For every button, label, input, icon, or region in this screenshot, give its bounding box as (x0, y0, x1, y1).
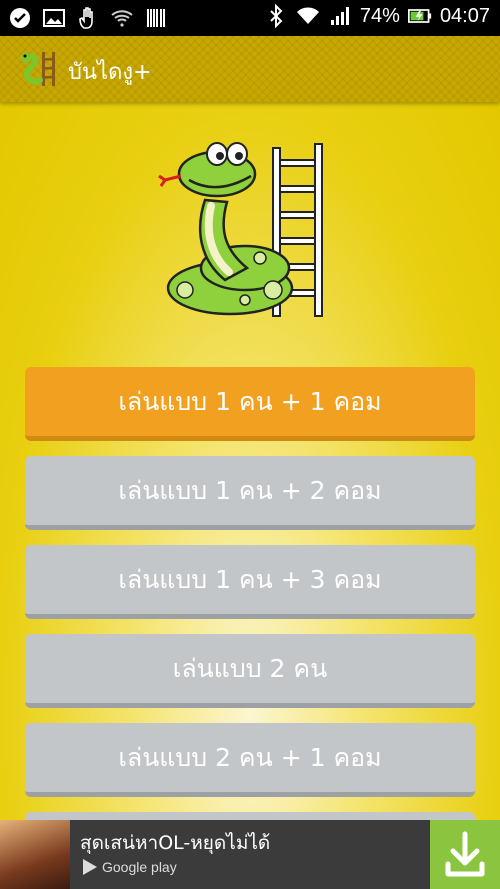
next-menu-button-partial[interactable] (25, 812, 475, 820)
play-1p-3cpu-button[interactable]: เล่นแบบ 1 คน + 3 คอม (25, 545, 475, 619)
google-play-badge[interactable]: Google play (82, 858, 177, 876)
snake-ladder-app-icon[interactable] (16, 48, 58, 90)
play-1p-2cpu-button[interactable]: เล่นแบบ 1 คน + 2 คอม (25, 456, 475, 530)
battery-percent: 74% (359, 4, 400, 27)
bluetooth-icon (270, 4, 283, 28)
battery-charging-icon (407, 9, 432, 23)
ad-banner[interactable]: สุดเสน่หาOL-หยุดไม่ได้ Google play (0, 820, 500, 889)
main-menu: เล่นแบบ 1 คน + 1 คอม เล่นแบบ 1 คน + 2 คอ… (0, 102, 500, 820)
clock: 04:07 (439, 4, 490, 27)
play-2p-1cpu-button[interactable]: เล่นแบบ 2 คน + 1 คอม (25, 723, 475, 797)
ad-store-label: Google play (102, 859, 177, 875)
google-play-icon (83, 859, 97, 875)
cell-signal-icon (330, 7, 349, 25)
play-2p-button[interactable]: เล่นแบบ 2 คน (25, 634, 475, 708)
status-bar: 74% 04:07 (0, 0, 500, 36)
image-icon (43, 9, 65, 27)
snake-ladder-logo (158, 142, 323, 317)
ad-title[interactable]: สุดเสน่หาOL-หยุดไม่ได้ (80, 828, 270, 858)
hand-icon (79, 7, 93, 29)
app-title: บันไดงู+ (68, 60, 152, 85)
wifi-icon (111, 10, 133, 27)
download-icon (445, 831, 485, 877)
ad-thumbnail[interactable] (0, 820, 70, 889)
barcode-icon (147, 9, 165, 27)
play-1p-1cpu-button[interactable]: เล่นแบบ 1 คน + 1 คอม (25, 367, 475, 441)
ad-download-button[interactable] (430, 820, 500, 889)
action-bar: บันไดงู+ (0, 36, 500, 102)
wifi-signal-icon (296, 7, 319, 24)
check-circle-icon (10, 8, 30, 28)
